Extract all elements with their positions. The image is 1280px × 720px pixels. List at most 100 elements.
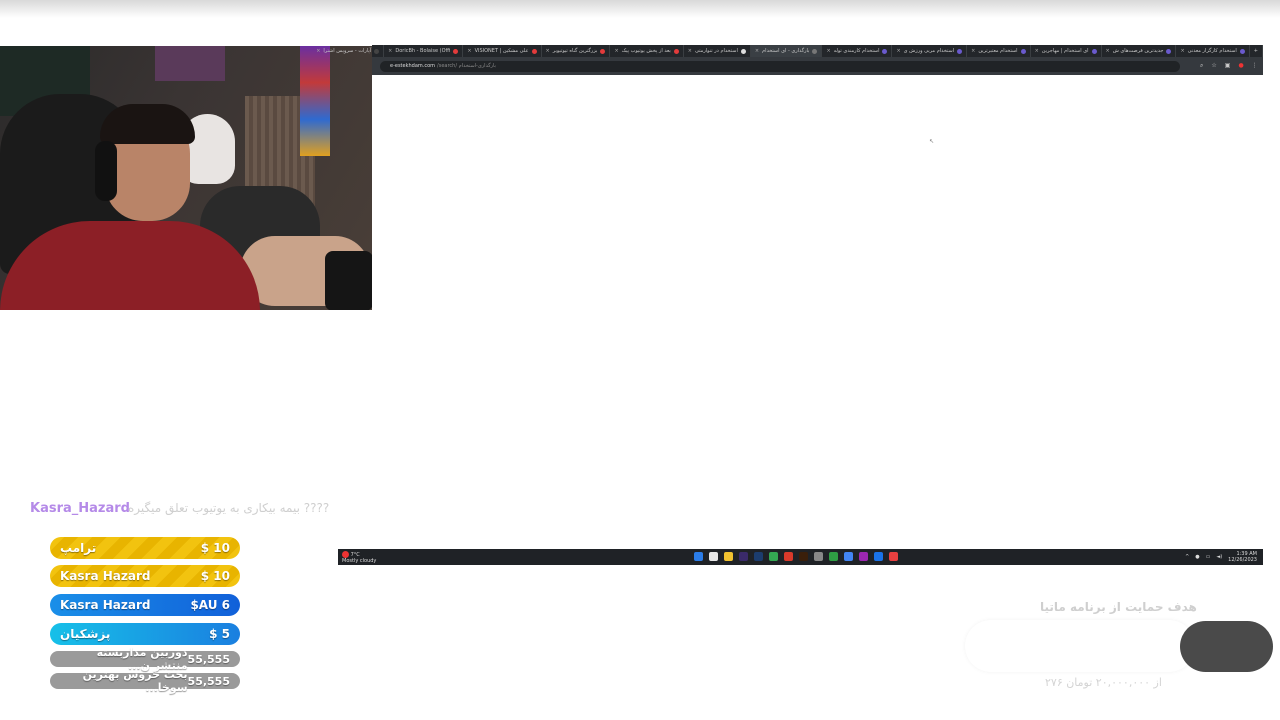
tab-close-icon[interactable]: × [316, 48, 320, 54]
tab-favicon-icon [1091, 48, 1097, 54]
browser-tab[interactable]: × بعد از پخش یوتیوب پیک [610, 45, 684, 57]
tab-label: جدیدترین فرصت‌های ش [1112, 48, 1164, 54]
chat-username: Kasra_Hazard [30, 501, 130, 516]
photoshop-icon[interactable] [754, 552, 763, 561]
app-circle-icon[interactable] [889, 552, 898, 561]
browser-tab[interactable]: × استخدام در تنوارمتی [684, 45, 751, 57]
webcam-streamer-hair [100, 104, 195, 144]
blank-page-content [372, 75, 1263, 549]
donation-item: Kasra Hazard $AU 6 [50, 594, 240, 616]
browser-tab[interactable]: × جدیدترین فرصت‌های ش [1102, 45, 1177, 57]
donation-amount: 55,555 [187, 674, 230, 688]
browser-tab[interactable]: × بارگذاری - ای استخدام [750, 45, 823, 57]
browser-tab[interactable]: × آپارات - سرویس اشترا [312, 45, 385, 57]
tab-close-icon[interactable]: × [971, 48, 975, 54]
tab-label: بعد از پخش یوتیوب پیک [621, 48, 671, 54]
tab-close-icon[interactable]: × [546, 48, 550, 54]
windows-start-icon[interactable] [694, 552, 703, 561]
tab-favicon-icon [673, 48, 679, 54]
browser-tab[interactable]: × ای استخدام | مهاجرین [1031, 45, 1102, 57]
browser-tab[interactable]: × استخدام کارگزار معدنی [1176, 45, 1250, 57]
tab-close-icon[interactable]: × [467, 48, 471, 54]
address-bar: e-estekhdam.com /search/ بارگذاری-استخدا… [372, 57, 1263, 75]
donation-amount: $ 10 [200, 541, 230, 555]
tab-close-icon[interactable]: × [614, 48, 618, 54]
tab-close-icon[interactable]: × [896, 48, 900, 54]
mouse-cursor-icon: ↖ [929, 138, 935, 145]
zoom-icon[interactable]: ⌕ [1200, 62, 1203, 70]
tab-close-icon[interactable]: × [1180, 48, 1184, 54]
tab-favicon-icon [740, 48, 746, 54]
support-goal-amount: از ۲۰,۰۰۰,۰۰۰ تومان ۲۷۶ [1045, 676, 1162, 689]
tab-label: آپارات - سرویس اشترا [323, 48, 372, 54]
chrome-icon[interactable] [769, 552, 778, 561]
extensions-icon[interactable]: ▣ [1225, 62, 1231, 70]
profile-icon[interactable]: ● [1238, 62, 1243, 70]
tab-close-icon[interactable]: × [1106, 48, 1110, 54]
app-blue-icon[interactable] [874, 552, 883, 561]
support-goal-bar [965, 620, 1195, 672]
donation-name: Kasra Hazard [60, 598, 151, 612]
support-goal-title: هدف حمایت از برنامه ماتیا [1040, 600, 1197, 614]
donation-amount: $ 10 [200, 569, 230, 583]
url-field[interactable]: e-estekhdam.com /search/ بارگذاری-استخدا… [380, 60, 1180, 72]
tab-close-icon[interactable]: × [388, 48, 392, 54]
browser-tab[interactable]: × استخدام کارمندی توله [822, 45, 893, 57]
browser-tab[interactable]: × بزرگترین گناه تیوتیوبر [542, 45, 611, 57]
microphone-icon[interactable]: ● [1195, 554, 1199, 560]
donation-item: دوربین مداربسته منتشر ن... 55,555 [50, 646, 240, 672]
taskbar-apps [694, 552, 898, 561]
browser-tab[interactable]: × VISIONET | علی مشکین [463, 45, 542, 57]
donation-item: پزشکیان $ 5 [50, 623, 240, 645]
chat-message: Kasra_Hazard ???? بیمه بیکاری به یوتیوب … [0, 498, 345, 520]
tab-favicon-icon [812, 48, 818, 54]
tab-label: ای استخدام | مهاجرین [1041, 48, 1089, 54]
menu-icon[interactable]: ⋮ [1252, 62, 1258, 70]
tab-label: DoricBh - Bolaise (Offi [395, 48, 451, 54]
donation-name: ترامپ [60, 541, 97, 555]
bookmark-star-icon[interactable]: ☆ [1211, 62, 1216, 70]
donation-item: Kasra Hazard $ 10 [50, 565, 240, 587]
chat-message-text: ???? بیمه بیکاری به یوتیوب تعلق میگیره [128, 501, 330, 515]
premiere-icon[interactable] [739, 552, 748, 561]
browser-window: + × استخدام کارگزار معدنی × جدیدترین فرصت‌ها… [316, 45, 1263, 75]
weather-widget[interactable]: 7°C Mostly cloudy [342, 551, 376, 564]
weather-icon [342, 551, 349, 558]
app-green-icon[interactable] [829, 552, 838, 561]
webcam-poster [155, 46, 225, 81]
tab-close-icon[interactable]: × [826, 48, 830, 54]
rider-icon[interactable] [859, 552, 868, 561]
url-domain: e-estekhdam.com [390, 63, 436, 69]
system-tray: ^ ● ▭ ◄) 1:39 AM 12/26/2023 [1185, 551, 1257, 563]
browser-tab[interactable]: × استخدام معتبرترین [967, 45, 1031, 57]
tab-favicon-icon [1020, 48, 1026, 54]
chrome-alt-icon[interactable] [844, 552, 853, 561]
folder-icon[interactable] [724, 552, 733, 561]
clock-date: 12/26/2023 [1228, 557, 1257, 563]
tab-favicon-icon [1166, 48, 1172, 54]
support-goal-fill [1180, 621, 1273, 672]
volume-icon[interactable]: ◄) [1216, 554, 1222, 560]
tab-close-icon[interactable]: × [688, 48, 692, 54]
new-tab-button[interactable]: + [1250, 45, 1263, 57]
network-icon[interactable]: ▭ [1206, 554, 1211, 560]
settings-icon[interactable] [814, 552, 823, 561]
tab-close-icon[interactable]: × [1035, 48, 1039, 54]
clock[interactable]: 1:39 AM 12/26/2023 [1228, 551, 1257, 563]
app-red-icon[interactable] [784, 552, 793, 561]
browser-tab[interactable]: × استخدام مربی ورزش ی [892, 45, 968, 57]
donation-name: Kasra Hazard [60, 569, 151, 583]
donation-item: ترامپ $ 10 [50, 537, 240, 559]
tab-label: VISIONET | علی مشکین [474, 48, 529, 54]
donation-amount: $ 5 [209, 627, 230, 641]
tab-label: استخدام معتبرترین [978, 48, 1018, 54]
tray-chevron-icon[interactable]: ^ [1185, 554, 1189, 560]
windows-taskbar: 7°C Mostly cloudy ^ ● ▭ ◄) 1:39 AM 12/26… [338, 549, 1263, 565]
tab-favicon-icon [1239, 48, 1245, 54]
browser-tab[interactable]: × DoricBh - Bolaise (Offi [384, 45, 464, 57]
file-icon[interactable] [709, 552, 718, 561]
tab-label: استخدام در تنوارمتی [694, 48, 738, 54]
illustrator-icon[interactable] [799, 552, 808, 561]
tab-close-icon[interactable]: × [755, 48, 759, 54]
donation-name: بحث خروس بهترین سوخا... [82, 668, 188, 694]
